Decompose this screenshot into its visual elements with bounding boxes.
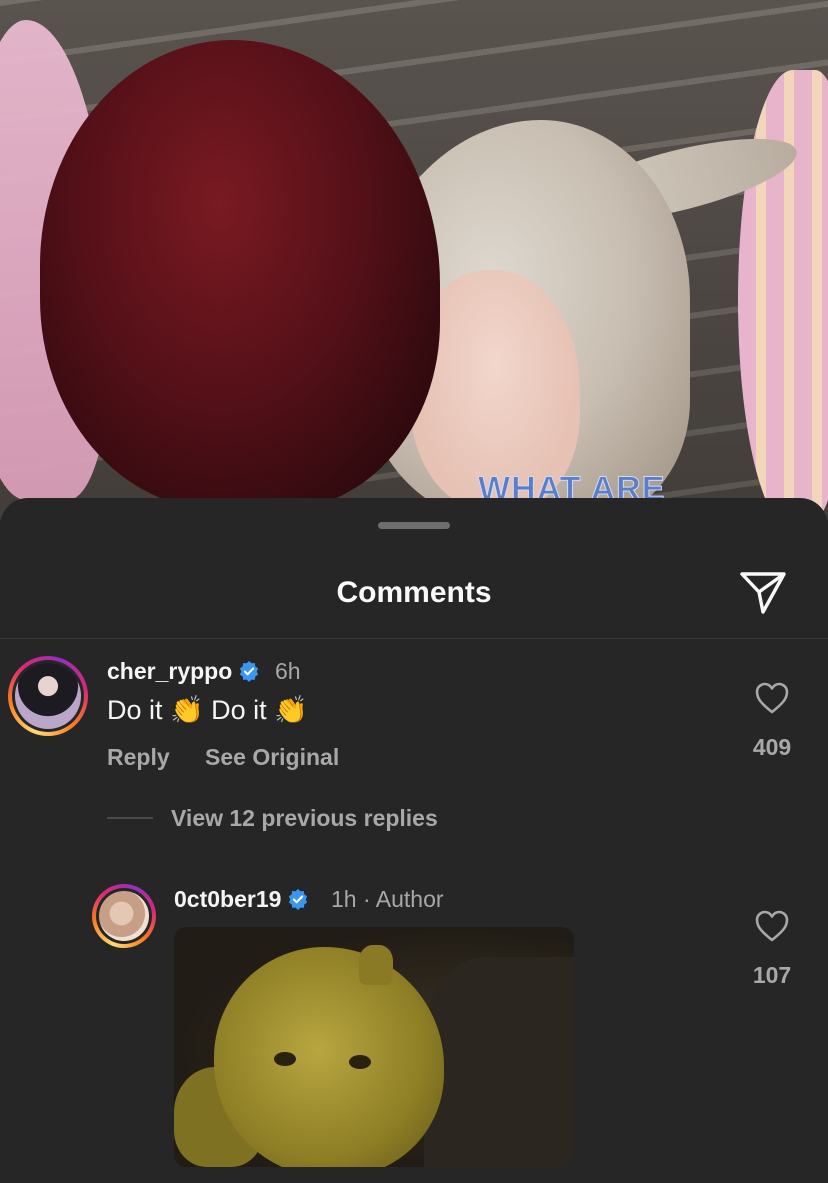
like-count: 107 [752,962,792,988]
reply-timestamp: 1h [331,886,357,912]
sheet-grabber-handle[interactable] [378,522,450,529]
avatar-image [15,663,81,729]
gif-character-head [214,945,444,1167]
see-original-button[interactable]: See Original [205,744,339,771]
thread-line [107,817,153,819]
reply-gif-attachment[interactable] [174,927,574,1167]
like-count: 409 [752,734,792,760]
verified-badge-icon [240,660,259,682]
sheet-title: Comments [336,576,492,609]
view-previous-replies-button[interactable]: View 12 previous replies [171,805,438,832]
paper-plane-icon [740,572,786,614]
share-button[interactable] [738,570,788,616]
author-label: Author [375,886,444,912]
post-photo: WHAT ARE [0,0,828,520]
avatar-image [99,891,149,941]
reply-username[interactable]: 0ct0ber19 [174,886,309,913]
avatar[interactable] [92,884,156,948]
reply-meta: 1h · Author [331,886,444,913]
header-divider [0,638,828,639]
verified-badge-icon [289,888,308,910]
heart-icon[interactable] [754,909,790,943]
avatar[interactable] [8,656,88,736]
meta-separator: · [362,886,371,912]
comment-timestamp: 6h [275,658,301,684]
comments-sheet: Comments cher_ryppo 6h Do it 👏 Do it 👏 R… [0,498,828,1183]
heart-icon[interactable] [754,681,790,715]
reply-button[interactable]: Reply [107,744,170,771]
comment-text: Do it 👏 Do it 👏 [107,695,308,725]
comment-username[interactable]: cher_ryppo [107,658,260,685]
